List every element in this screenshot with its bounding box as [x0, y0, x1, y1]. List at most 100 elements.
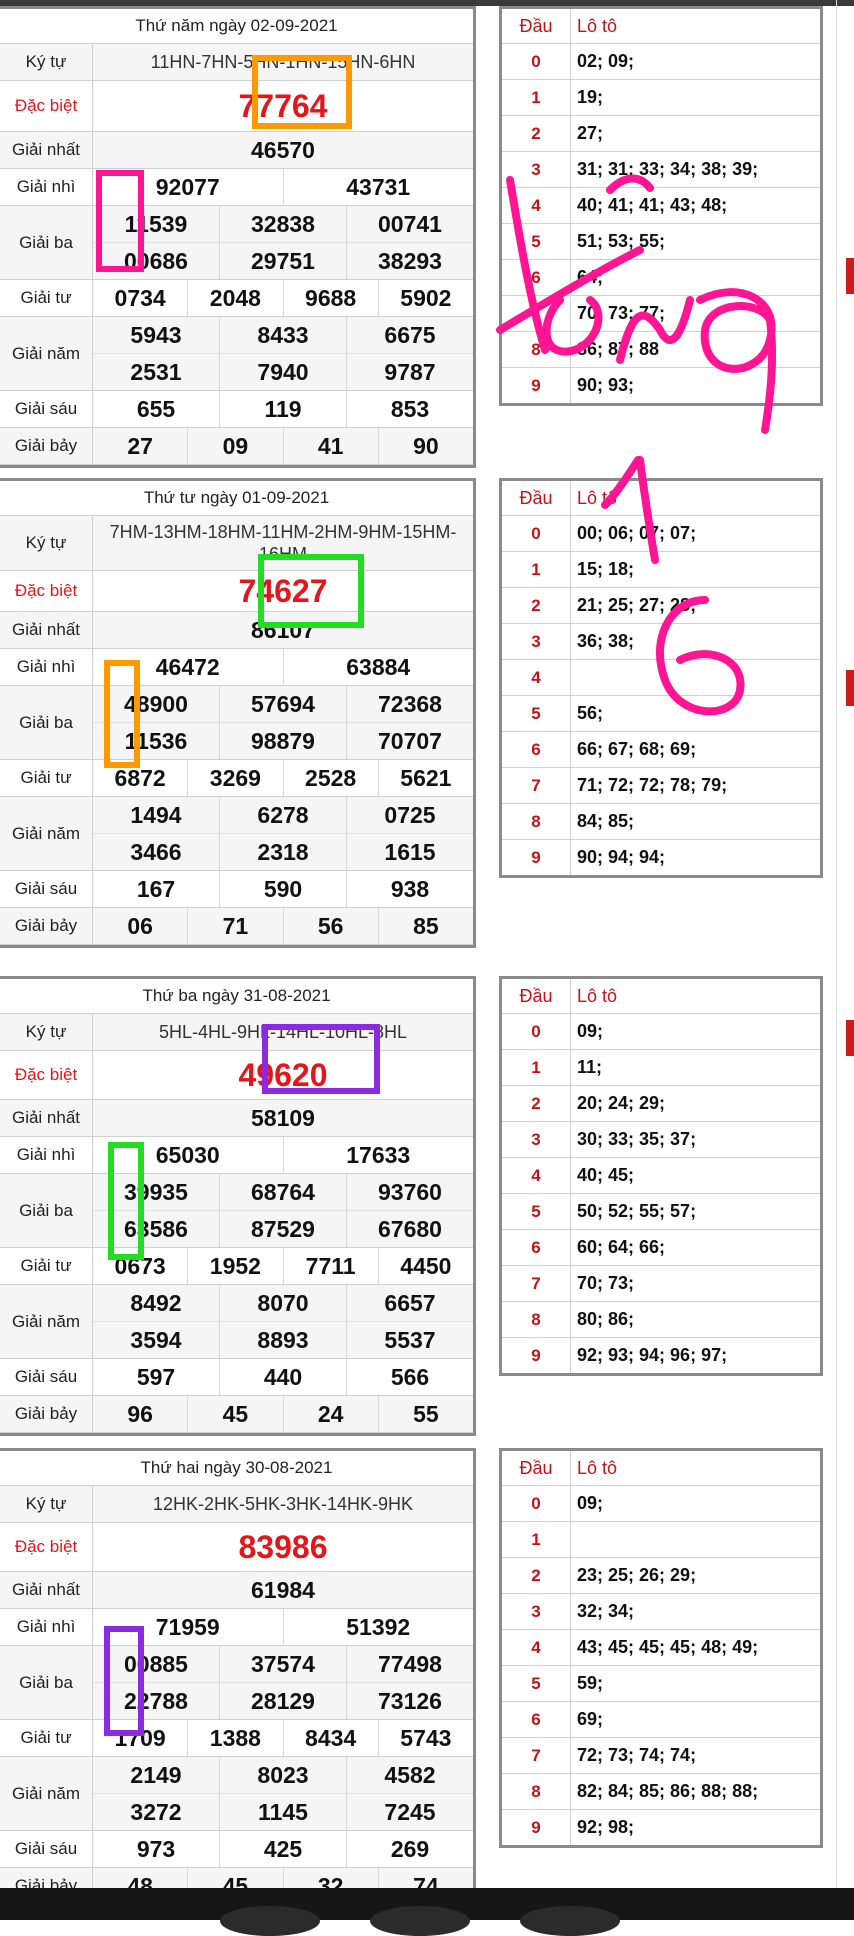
first-prize: 58109: [251, 1104, 315, 1131]
seventh-prize: 24: [284, 1396, 379, 1432]
dau-digit: 2: [502, 588, 571, 623]
fifth-prize: 8070: [220, 1285, 347, 1321]
dau-header: Đầu: [502, 979, 571, 1013]
loto-values: 90; 93;: [577, 375, 635, 395]
fourth-prize: 9688: [284, 280, 379, 316]
row-ky-tu: Ký tự 12HK-2HK-5HK-3HK-14HK-9HK: [0, 1486, 473, 1523]
pink-highlight-box: [96, 170, 144, 272]
loto-values: 69;: [577, 1709, 604, 1729]
label-giai-nam: Giải năm: [0, 317, 93, 390]
green-highlight-box: [258, 554, 364, 628]
loto-values: 11;: [577, 1057, 603, 1077]
third-prize: 29751: [220, 243, 347, 279]
sixth-prize: 597: [93, 1359, 220, 1395]
orange-highlight-box: [252, 55, 352, 129]
fourth-prize: 5902: [400, 284, 452, 311]
loto-values: 27;: [577, 123, 604, 143]
special-prize: 83986: [238, 1528, 328, 1565]
row-giai-nam: Giải năm 2149 8023 4582 3272 1145 7245: [0, 1757, 473, 1831]
dau-digit: 7: [502, 296, 571, 331]
dau-digit: 1: [502, 80, 571, 115]
seventh-prize: 27: [93, 428, 189, 464]
third-prize: 73126: [378, 1687, 442, 1714]
dau-header: Đầu: [502, 1451, 571, 1485]
fifth-prize: 7245: [384, 1798, 436, 1825]
row-giai-nhi: Giải nhì 71959 51392: [0, 1609, 473, 1646]
label-giai-sau: Giải sáu: [0, 1359, 93, 1395]
row-giai-tu: Giải tư 6872 3269 2528 5621: [0, 760, 473, 797]
results-table: Thứ năm ngày 02-09-2021 Ký tự 11HN-7HN-5H…: [0, 6, 476, 468]
label-dac-biet: Đặc biệt: [0, 81, 93, 131]
loto-values: 90; 94; 94;: [577, 847, 666, 867]
row-giai-nhat: Giải nhất 86107: [0, 612, 473, 649]
loto-header: Lô tô: [577, 985, 618, 1006]
draw-date-title: Thứ ba ngày 31-08-2021: [0, 979, 473, 1014]
loto-values: 30; 33; 35; 37;: [577, 1129, 697, 1149]
loto-header: Lô tô: [577, 15, 618, 36]
results-table: Thứ hai ngày 30-08-2021 Ký tự 12HK-2HK-5H…: [0, 1448, 476, 1908]
draw-date-title: Thứ hai ngày 30-08-2021: [0, 1451, 473, 1486]
dau-digit: 9: [502, 840, 571, 875]
nav-button[interactable]: [220, 1906, 320, 1936]
dau-digit: 1: [502, 1522, 571, 1557]
fifth-prize: 3594: [93, 1322, 220, 1358]
label-giai-ba: Giải ba: [0, 1646, 93, 1719]
loto-values: 09;: [577, 1493, 604, 1513]
draw-code: 12HK-2HK-5HK-3HK-14HK-9HK: [152, 1494, 414, 1514]
label-dac-biet: Đặc biệt: [0, 571, 93, 611]
fourth-prize: 1388: [188, 1720, 284, 1756]
sixth-prize: 440: [220, 1359, 347, 1395]
seventh-prize: 71: [188, 908, 284, 944]
label-ky-tu: Ký tự: [0, 1486, 93, 1522]
dau-digit: 0: [502, 516, 571, 551]
row-giai-sau: Giải sáu 973 425 269: [0, 1831, 473, 1868]
row-giai-nhi: Giải nhì 65030 17633: [0, 1137, 473, 1174]
fifth-prize: 1145: [220, 1794, 347, 1830]
row-giai-nam: Giải năm 1494 6278 0725 3466 2318 1615: [0, 797, 473, 871]
dau-digit: 5: [502, 1666, 571, 1701]
dau-digit: 8: [502, 1302, 571, 1337]
edge-red-mark: [846, 258, 854, 294]
third-prize: 57694: [220, 686, 347, 722]
row-giai-nhi: Giải nhì 92077 43731: [0, 169, 473, 206]
loto-table: Đầu Lô tô 0 09; 1 11; 2 20; 24; 29; 3 30; 33;…: [499, 976, 823, 1376]
loto-values: 40; 41; 41; 43; 48;: [577, 195, 728, 215]
loto-values: 20; 24; 29;: [577, 1093, 666, 1113]
dau-digit: 3: [502, 624, 571, 659]
fifth-prize: 1615: [384, 838, 436, 865]
fifth-prize: 7940: [220, 354, 347, 390]
dau-digit: 8: [502, 804, 571, 839]
label-giai-nhat: Giải nhất: [0, 1572, 93, 1608]
dau-digit: 8: [502, 332, 571, 367]
dau-digit: 9: [502, 1338, 571, 1373]
dau-digit: 6: [502, 1702, 571, 1737]
label-giai-tu: Giải tư: [0, 760, 93, 796]
fourth-prize: 5743: [400, 1724, 452, 1751]
fifth-prize: 3272: [93, 1794, 220, 1830]
draw-date-title: Thứ năm ngày 02-09-2021: [0, 9, 473, 44]
dau-digit: 4: [502, 188, 571, 223]
third-prize: 67680: [378, 1215, 442, 1242]
fifth-prize: 8893: [220, 1322, 347, 1358]
fifth-prize: 8023: [220, 1757, 347, 1793]
fifth-prize: 5537: [384, 1326, 436, 1353]
loto-values: 60; 64; 66;: [577, 1237, 666, 1257]
dau-digit: 2: [502, 1086, 571, 1121]
nav-button[interactable]: [370, 1906, 470, 1936]
label-giai-tu: Giải tư: [0, 1720, 93, 1756]
loto-values: 82; 84; 85; 86; 88; 88;: [577, 1781, 759, 1801]
dau-digit: 3: [502, 1594, 571, 1629]
row-giai-nam: Giải năm 5943 8433 6675 2531 7940 9787: [0, 317, 473, 391]
loto-header: Lô tô: [577, 487, 618, 508]
label-ky-tu: Ký tự: [0, 44, 93, 80]
draw-date-title: Thứ tư ngày 01-09-2021: [0, 481, 473, 516]
row-dac-biet: Đặc biệt 74627: [0, 571, 473, 612]
nav-button[interactable]: [520, 1906, 620, 1936]
sixth-prize: 167: [93, 871, 220, 907]
row-dac-biet: Đặc biệt 49620: [0, 1051, 473, 1100]
row-giai-nhat: Giải nhất 61984: [0, 1572, 473, 1609]
third-prize: 70707: [378, 727, 442, 754]
loto-values: 02; 09;: [577, 51, 635, 71]
dau-digit: 3: [502, 152, 571, 187]
third-prize: 72368: [378, 690, 442, 717]
